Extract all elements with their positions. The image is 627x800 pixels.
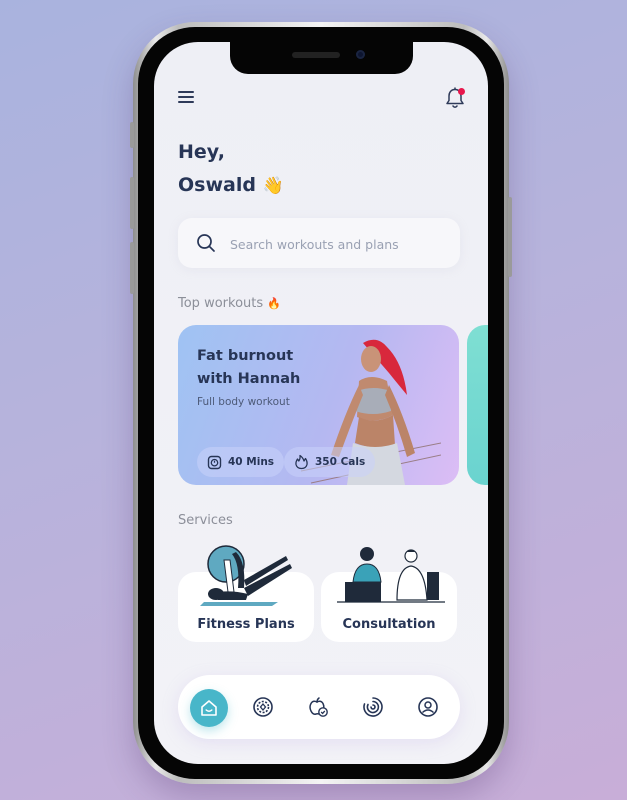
greeting: Hey, Oswald 👋 <box>178 136 284 203</box>
workout-card[interactable]: Fat burnout with Hannah Full body workou… <box>178 325 459 485</box>
home-icon <box>201 700 217 716</box>
search-input[interactable] <box>228 230 457 258</box>
user-name: Oswald <box>178 174 256 196</box>
front-camera <box>356 50 365 59</box>
service-card-consultation[interactable]: Consultation <box>321 547 457 642</box>
duration-chip: 40 Mins <box>197 447 285 477</box>
hamburger-menu-icon[interactable] <box>178 91 196 105</box>
user-profile-icon <box>418 697 438 717</box>
mute-switch <box>130 122 134 148</box>
volume-up-button <box>130 177 134 229</box>
service-label: Consultation <box>342 617 436 632</box>
flame-icon <box>295 454 308 470</box>
bottom-navigation <box>178 675 460 739</box>
search-bar[interactable] <box>178 218 460 268</box>
bell-icon[interactable] <box>444 86 468 112</box>
power-button <box>508 197 512 277</box>
phone-frame: Hey, Oswald 👋 Top workouts 🔥 <box>130 22 512 784</box>
app-screen: Hey, Oswald 👋 Top workouts 🔥 <box>154 42 488 764</box>
next-workout-card[interactable] <box>467 325 488 485</box>
nav-workouts[interactable] <box>245 689 281 725</box>
volume-down-button <box>130 242 134 294</box>
top-bar <box>178 86 468 116</box>
services-heading: Services <box>178 513 233 528</box>
greeting-line-1: Hey, <box>178 141 225 163</box>
target-dial-icon <box>253 697 273 717</box>
notch <box>230 42 413 74</box>
calories-chip: 350 Cals <box>284 447 376 477</box>
workout-title-line-1: Fat burnout <box>197 348 294 364</box>
nav-nutrition[interactable] <box>300 689 336 725</box>
activity-rings-icon <box>363 697 383 717</box>
fire-icon: 🔥 <box>267 297 281 310</box>
nav-home[interactable] <box>190 689 228 727</box>
workout-title-line-2: with Hannah <box>197 371 301 387</box>
nav-profile[interactable] <box>410 689 446 725</box>
stopwatch-icon <box>207 455 222 470</box>
workout-subtitle: Full body workout <box>197 396 290 408</box>
waving-hand-icon: 👋 <box>262 176 284 196</box>
search-icon <box>197 234 215 252</box>
service-label: Fitness Plans <box>197 617 295 632</box>
top-workouts-label: Top workouts <box>178 296 264 311</box>
duration-value: 40 Mins <box>228 456 275 468</box>
speaker <box>292 52 340 58</box>
notification-badge <box>458 88 465 95</box>
pilates-ball-illustration <box>200 545 292 606</box>
calories-value: 350 Cals <box>315 456 366 468</box>
service-card-fitness-plans[interactable]: Fitness Plans <box>178 545 314 642</box>
top-workouts-heading: Top workouts 🔥 <box>178 296 281 311</box>
apple-check-icon <box>309 697 328 717</box>
nav-progress[interactable] <box>355 689 391 725</box>
phone-bezel: Hey, Oswald 👋 Top workouts 🔥 <box>138 27 504 779</box>
doctor-consultation-illustration <box>337 547 445 603</box>
greeting-line-2: Oswald 👋 <box>178 169 284 203</box>
workout-title: Fat burnout with Hannah <box>197 345 317 391</box>
